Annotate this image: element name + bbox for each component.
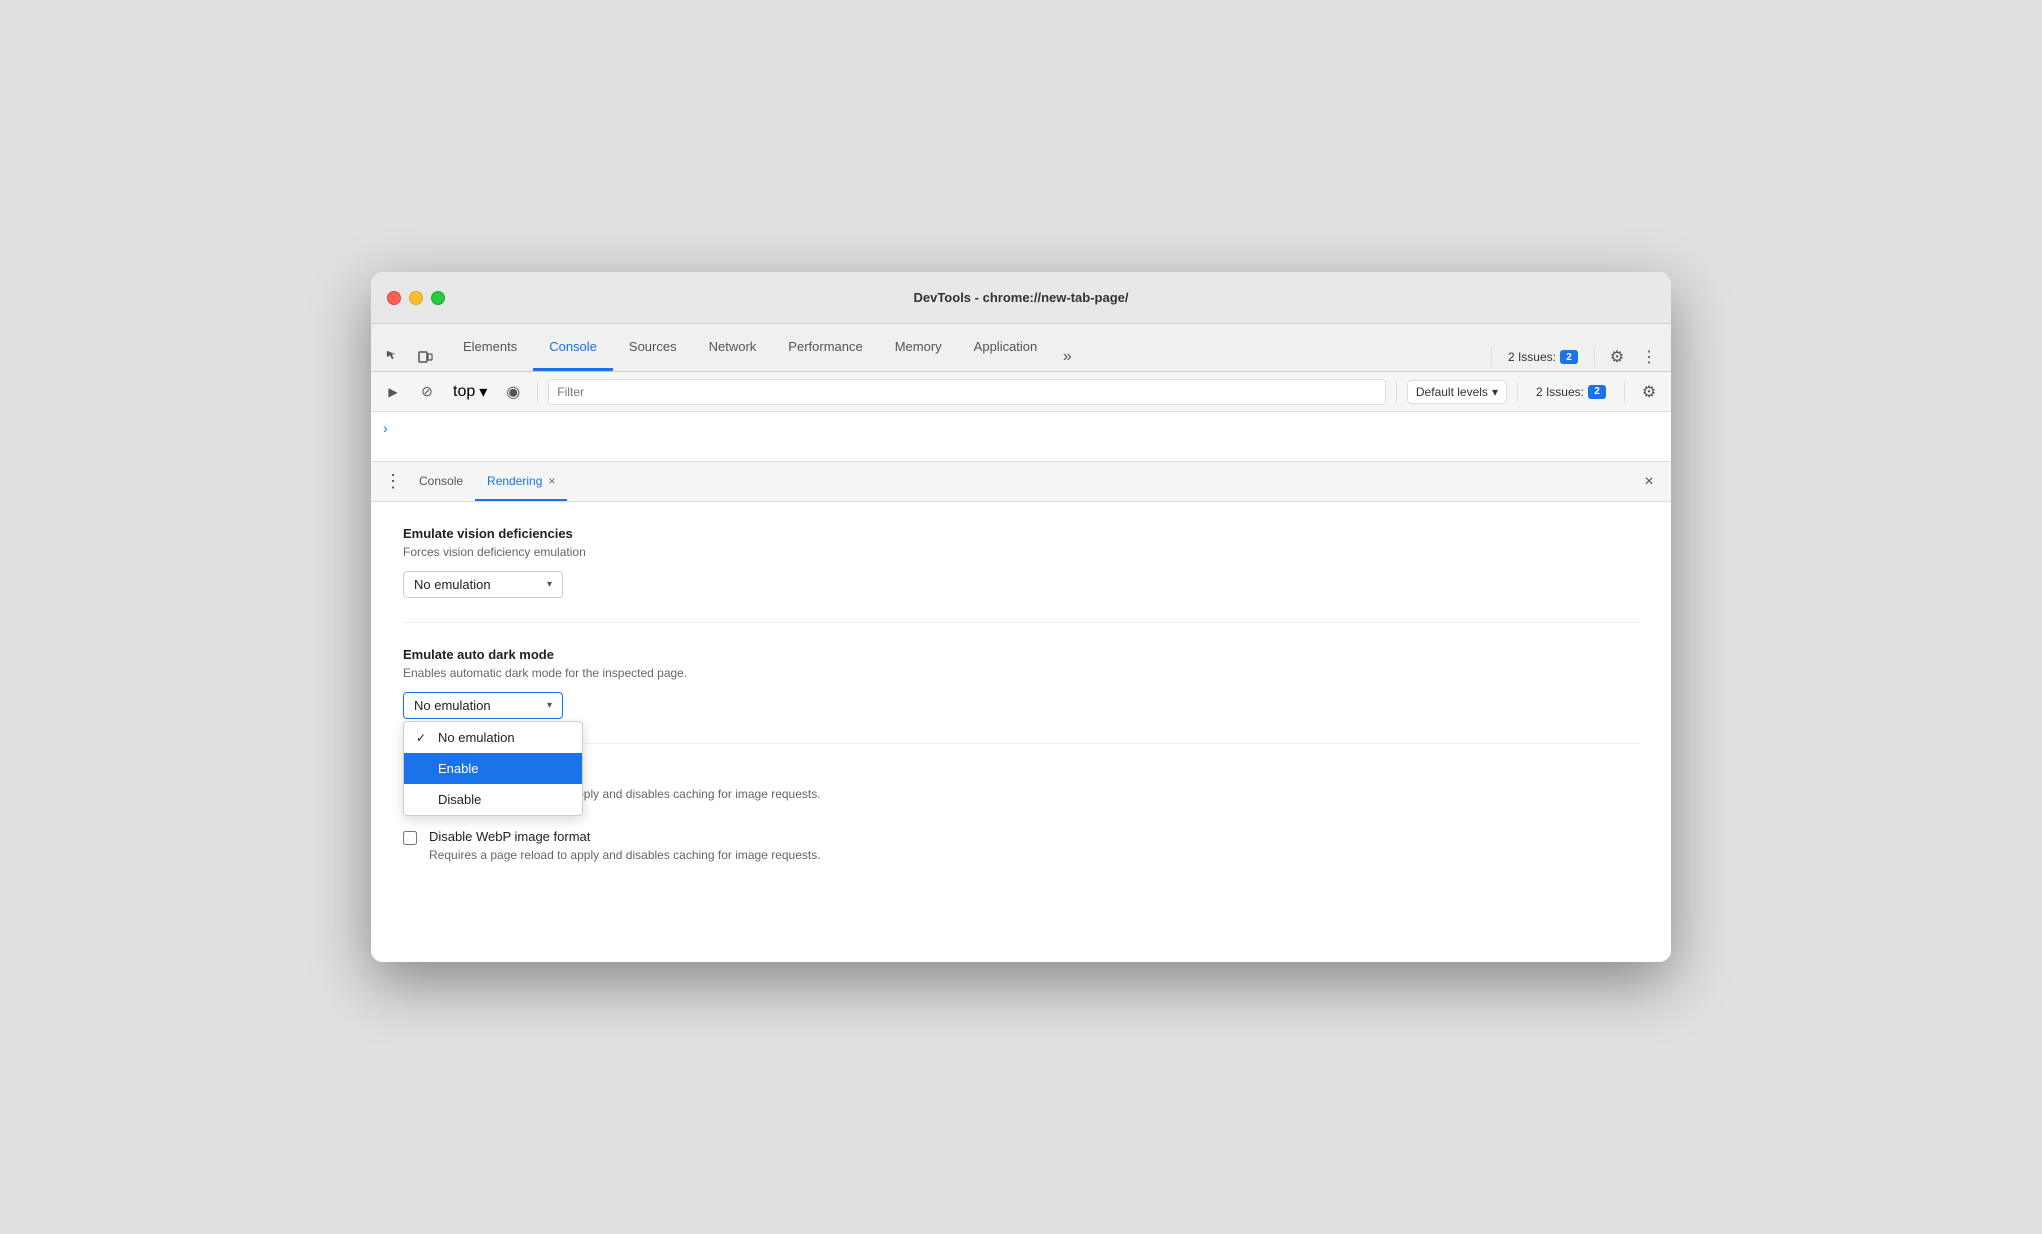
vision-deficiency-dropdown-wrapper: No emulation ▾ bbox=[403, 571, 563, 598]
dropdown-item-no-emulation[interactable]: ✓ No emulation bbox=[404, 722, 582, 753]
auto-dark-mode-section: Emulate auto dark mode Enables automatic… bbox=[403, 647, 1639, 744]
auto-dark-mode-desc: Enables automatic dark mode for the insp… bbox=[403, 666, 1639, 680]
title-bar: DevTools - chrome://new-tab-page/ bbox=[371, 272, 1671, 324]
settings-button[interactable]: ⚙ bbox=[1603, 343, 1631, 371]
clear-console-button[interactable]: ⊘ bbox=[413, 378, 441, 406]
image-format-section: Disable AVIF image format Requires a pag… bbox=[403, 768, 1639, 914]
nav-tabs: Elements Console Sources Network Perform… bbox=[447, 324, 1487, 371]
avif-checkbox-section: Disable AVIF image format Requires a pag… bbox=[403, 768, 1639, 813]
vision-deficiency-desc: Forces vision deficiency emulation bbox=[403, 545, 1639, 559]
filter-input[interactable] bbox=[548, 379, 1386, 405]
close-rendering-tab-button[interactable]: × bbox=[548, 474, 555, 488]
webp-title: Disable WebP image format bbox=[429, 829, 821, 844]
drawer-tabs: ⋮ Console Rendering × × bbox=[371, 462, 1671, 502]
console-issues-button[interactable]: 2 Issues: 2 bbox=[1528, 381, 1614, 403]
chevron-down-icon: ▾ bbox=[479, 382, 487, 402]
maximize-button[interactable] bbox=[431, 291, 445, 305]
divider2 bbox=[1594, 347, 1595, 367]
console-area: › bbox=[371, 412, 1671, 462]
toolbar-right: 2 Issues: 2 ⚙ ⋮ bbox=[1487, 343, 1663, 371]
drawer: ⋮ Console Rendering × × Emulate vision d… bbox=[371, 462, 1671, 962]
drawer-tab-rendering[interactable]: Rendering × bbox=[475, 462, 567, 501]
toolbar-divider4 bbox=[1624, 382, 1625, 402]
auto-dark-mode-dropdown-menu: ✓ No emulation Enable Disable bbox=[403, 721, 583, 816]
run-script-button[interactable]: ▶ bbox=[379, 378, 407, 406]
close-drawer-button[interactable]: × bbox=[1635, 468, 1663, 496]
webp-label-wrap: Disable WebP image format Requires a pag… bbox=[429, 829, 821, 874]
log-levels-button[interactable]: Default levels ▾ bbox=[1407, 380, 1507, 404]
chevron-down-icon2: ▾ bbox=[1492, 385, 1498, 399]
issues-count-badge: 2 bbox=[1560, 350, 1578, 364]
close-button[interactable] bbox=[387, 291, 401, 305]
auto-dark-mode-title: Emulate auto dark mode bbox=[403, 647, 1639, 662]
more-menu-button[interactable]: ⋮ bbox=[1635, 343, 1663, 371]
auto-dark-mode-dropdown[interactable]: No emulation ▾ bbox=[403, 692, 563, 719]
console-issues-badge: 2 bbox=[1588, 385, 1606, 399]
webp-checkbox-section: Disable WebP image format Requires a pag… bbox=[403, 829, 1639, 874]
inspect-element-button[interactable] bbox=[379, 343, 407, 371]
console-prompt-icon[interactable]: › bbox=[383, 420, 388, 436]
issues-label: 2 Issues: bbox=[1508, 350, 1556, 364]
toolbar-divider bbox=[537, 382, 538, 402]
console-settings-button[interactable]: ⚙ bbox=[1635, 378, 1663, 406]
toolbar-divider2 bbox=[1396, 382, 1397, 402]
device-toolbar-button[interactable] bbox=[411, 343, 439, 371]
more-tabs-button[interactable]: » bbox=[1053, 343, 1081, 371]
tab-bar: Elements Console Sources Network Perform… bbox=[371, 324, 1671, 372]
devtools-window: DevTools - chrome://new-tab-page/ Elemen… bbox=[371, 272, 1671, 962]
tab-performance[interactable]: Performance bbox=[772, 324, 878, 371]
context-label: top bbox=[453, 383, 475, 401]
minimize-button[interactable] bbox=[409, 291, 423, 305]
dropdown-arrow-icon: ▾ bbox=[547, 579, 552, 590]
eye-button[interactable]: ◉ bbox=[499, 378, 527, 406]
tab-network[interactable]: Network bbox=[693, 324, 773, 371]
toolbar-divider3 bbox=[1517, 382, 1518, 402]
rendering-content: Emulate vision deficiencies Forces visio… bbox=[371, 502, 1671, 962]
traffic-lights bbox=[387, 291, 445, 305]
divider bbox=[1491, 347, 1492, 367]
toolbar-left bbox=[379, 343, 447, 371]
drawer-tab-console[interactable]: Console bbox=[407, 462, 475, 501]
context-selector[interactable]: top ▾ bbox=[447, 380, 493, 404]
dropdown-item-enable[interactable]: Enable bbox=[404, 753, 582, 784]
tab-sources[interactable]: Sources bbox=[613, 324, 693, 371]
webp-desc: Requires a page reload to apply and disa… bbox=[429, 848, 821, 862]
webp-checkbox[interactable] bbox=[403, 831, 417, 845]
checkmark-icon: ✓ bbox=[416, 731, 430, 745]
tab-application[interactable]: Application bbox=[958, 324, 1054, 371]
tab-console[interactable]: Console bbox=[533, 324, 613, 371]
window-title: DevTools - chrome://new-tab-page/ bbox=[913, 290, 1128, 305]
vision-deficiency-section: Emulate vision deficiencies Forces visio… bbox=[403, 526, 1639, 623]
vision-deficiency-dropdown[interactable]: No emulation ▾ bbox=[403, 571, 563, 598]
auto-dark-mode-dropdown-wrapper: No emulation ▾ ✓ No emulation Enable bbox=[403, 692, 563, 719]
issues-button[interactable]: 2 Issues: 2 bbox=[1500, 346, 1586, 368]
drawer-tab-menu-button[interactable]: ⋮ bbox=[379, 468, 407, 496]
console-toolbar: ▶ ⊘ top ▾ ◉ Default levels ▾ 2 Issues: 2… bbox=[371, 372, 1671, 412]
tab-memory[interactable]: Memory bbox=[879, 324, 958, 371]
tab-elements[interactable]: Elements bbox=[447, 324, 533, 371]
vision-deficiency-title: Emulate vision deficiencies bbox=[403, 526, 1639, 541]
dropdown-arrow-icon2: ▾ bbox=[547, 700, 552, 711]
dropdown-item-disable[interactable]: Disable bbox=[404, 784, 582, 815]
